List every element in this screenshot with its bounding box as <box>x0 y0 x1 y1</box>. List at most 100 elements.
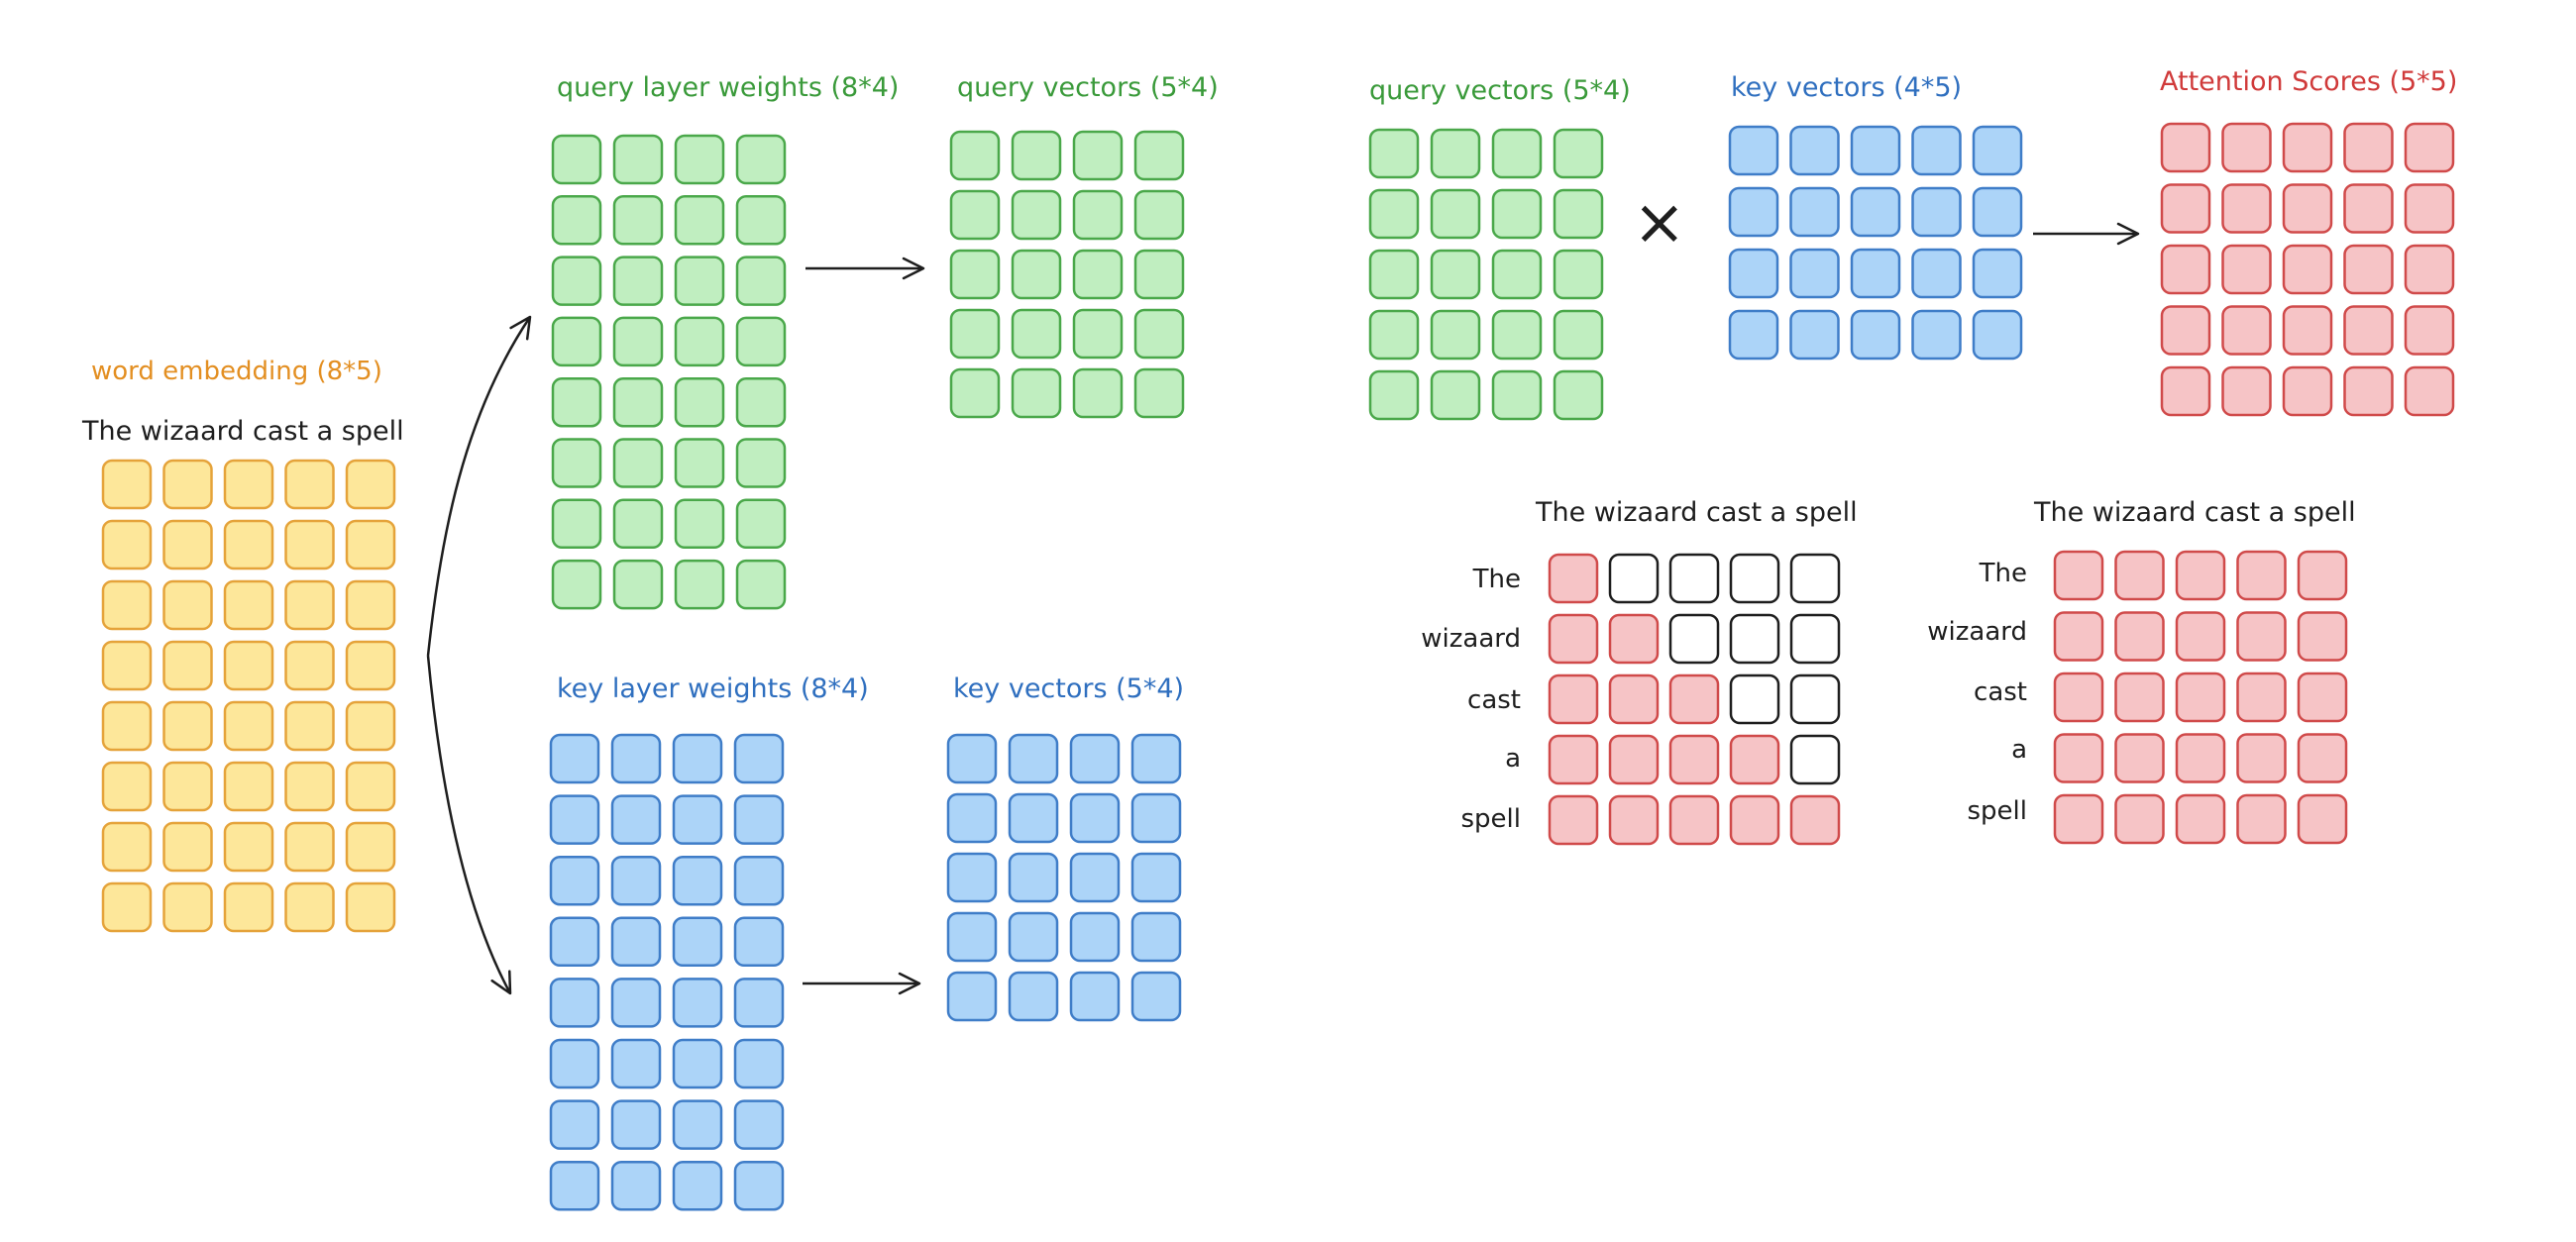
matrix-cell <box>551 559 602 610</box>
matrix-cell <box>284 700 335 752</box>
matrix-cell <box>2053 733 2104 783</box>
matrix-cell <box>735 376 787 428</box>
matrix-cell <box>2343 365 2394 417</box>
matrix-cell <box>551 438 602 488</box>
arrow-embedding-to-query-weights <box>426 315 532 657</box>
matrix-cell <box>610 1099 662 1150</box>
attention-scores-title: Attention Scores (5*5) <box>2160 66 2458 97</box>
matrix-cell <box>1069 971 1121 1022</box>
full-grid-grid <box>2053 550 2348 845</box>
matrix-cell <box>1072 189 1124 241</box>
matrix-cell <box>1130 792 1182 844</box>
matrix-cell <box>1072 249 1124 300</box>
matrix-cell <box>2297 733 2348 783</box>
matrix-cell <box>2236 672 2287 723</box>
matrix-cell <box>2053 611 2104 662</box>
matrix-cell <box>2343 122 2394 173</box>
matrix-cell <box>162 640 213 691</box>
matrix-cell <box>2297 611 2348 662</box>
matrix-cell <box>2221 183 2272 234</box>
matrix-cell <box>284 640 335 691</box>
matrix-cell <box>1789 734 1841 785</box>
matrix-cell <box>1130 852 1182 903</box>
matrix-cell <box>733 1038 785 1089</box>
matrix-cell <box>612 316 664 367</box>
matrix-cell <box>672 1038 723 1089</box>
matrix-cell <box>1491 249 1543 300</box>
matrix-cell <box>2160 244 2211 295</box>
matrix-cell <box>946 852 998 903</box>
matrix-cell <box>1548 794 1599 846</box>
matrix-cell <box>549 916 600 968</box>
matrix-cell <box>223 881 274 933</box>
matrix-cell <box>672 733 723 784</box>
matrix-cell <box>2160 183 2211 234</box>
matrix-cell <box>949 189 1001 241</box>
matrix-cell <box>672 916 723 968</box>
matrix-cell <box>949 249 1001 300</box>
matrix-cell <box>101 519 153 570</box>
matrix-cell <box>162 761 213 812</box>
matrix-cell <box>1133 249 1185 300</box>
matrix-cell <box>1072 130 1124 181</box>
matrix-cell <box>2114 611 2165 662</box>
matrix-cell <box>2160 365 2211 417</box>
matrix-cell <box>733 978 785 1028</box>
matrix-cell <box>2236 611 2287 662</box>
matrix-cell <box>2297 793 2348 845</box>
word-embedding-sentence: The wizaard cast a spell <box>82 416 404 447</box>
matrix-cell <box>1729 734 1780 785</box>
matrix-cell <box>1368 249 1420 300</box>
matrix-cell <box>1789 553 1841 604</box>
matrix-cell <box>1553 309 1604 361</box>
matrix-cell <box>2175 733 2226 783</box>
matrix-cell <box>2343 183 2394 234</box>
matrix-cell <box>1011 308 1062 360</box>
full-matrix-header: The wizaard cast a spell <box>2034 497 2356 528</box>
matrix-cell <box>549 1160 600 1211</box>
matrix-cell <box>1789 186 1840 238</box>
matrix-cell <box>1729 673 1780 725</box>
matrix-cell <box>101 761 153 812</box>
query-vectors-left-title: query vectors (5*4) <box>957 72 1219 103</box>
matrix-cell <box>1553 369 1604 421</box>
matrix-cell <box>1130 911 1182 963</box>
matrix-cell <box>733 855 785 906</box>
matrix-cell <box>345 700 396 752</box>
arrow-embedding-to-key-weights <box>426 655 512 995</box>
multiply-symbol: × <box>1633 186 1686 259</box>
matrix-cell <box>1850 186 1901 238</box>
matrix-cell <box>2221 244 2272 295</box>
matrix-cell <box>162 519 213 570</box>
full-row-label-wizaard: wizaard <box>1927 617 2027 647</box>
matrix-cell <box>1668 613 1720 665</box>
matrix-cell <box>2175 793 2226 845</box>
matrix-cell <box>2282 244 2333 295</box>
matrix-cell <box>1133 189 1185 241</box>
matrix-cell <box>1728 186 1779 238</box>
matrix-cell <box>1548 613 1599 665</box>
matrix-cell <box>551 376 602 428</box>
key-weights-grid <box>549 733 785 1211</box>
matrix-cell <box>2297 672 2348 723</box>
matrix-cell <box>1069 792 1121 844</box>
key-vectors-right-title: key vectors (4*5) <box>1731 72 1963 103</box>
matrix-cell <box>1972 125 2023 176</box>
full-row-label-a: a <box>2011 735 2027 765</box>
matrix-cell <box>1430 188 1481 240</box>
matrix-cell <box>735 498 787 550</box>
matrix-cell <box>2404 183 2455 234</box>
matrix-cell <box>735 438 787 488</box>
matrix-cell <box>674 134 725 185</box>
matrix-cell <box>733 794 785 845</box>
matrix-cell <box>1368 369 1420 421</box>
matrix-cell <box>345 640 396 691</box>
matrix-cell <box>1368 128 1420 179</box>
matrix-cell <box>735 256 787 306</box>
matrix-cell <box>101 700 153 752</box>
matrix-cell <box>733 733 785 784</box>
matrix-cell <box>1553 128 1604 179</box>
matrix-cell <box>733 1160 785 1211</box>
matrix-cell <box>345 761 396 812</box>
matrix-cell <box>1430 249 1481 300</box>
